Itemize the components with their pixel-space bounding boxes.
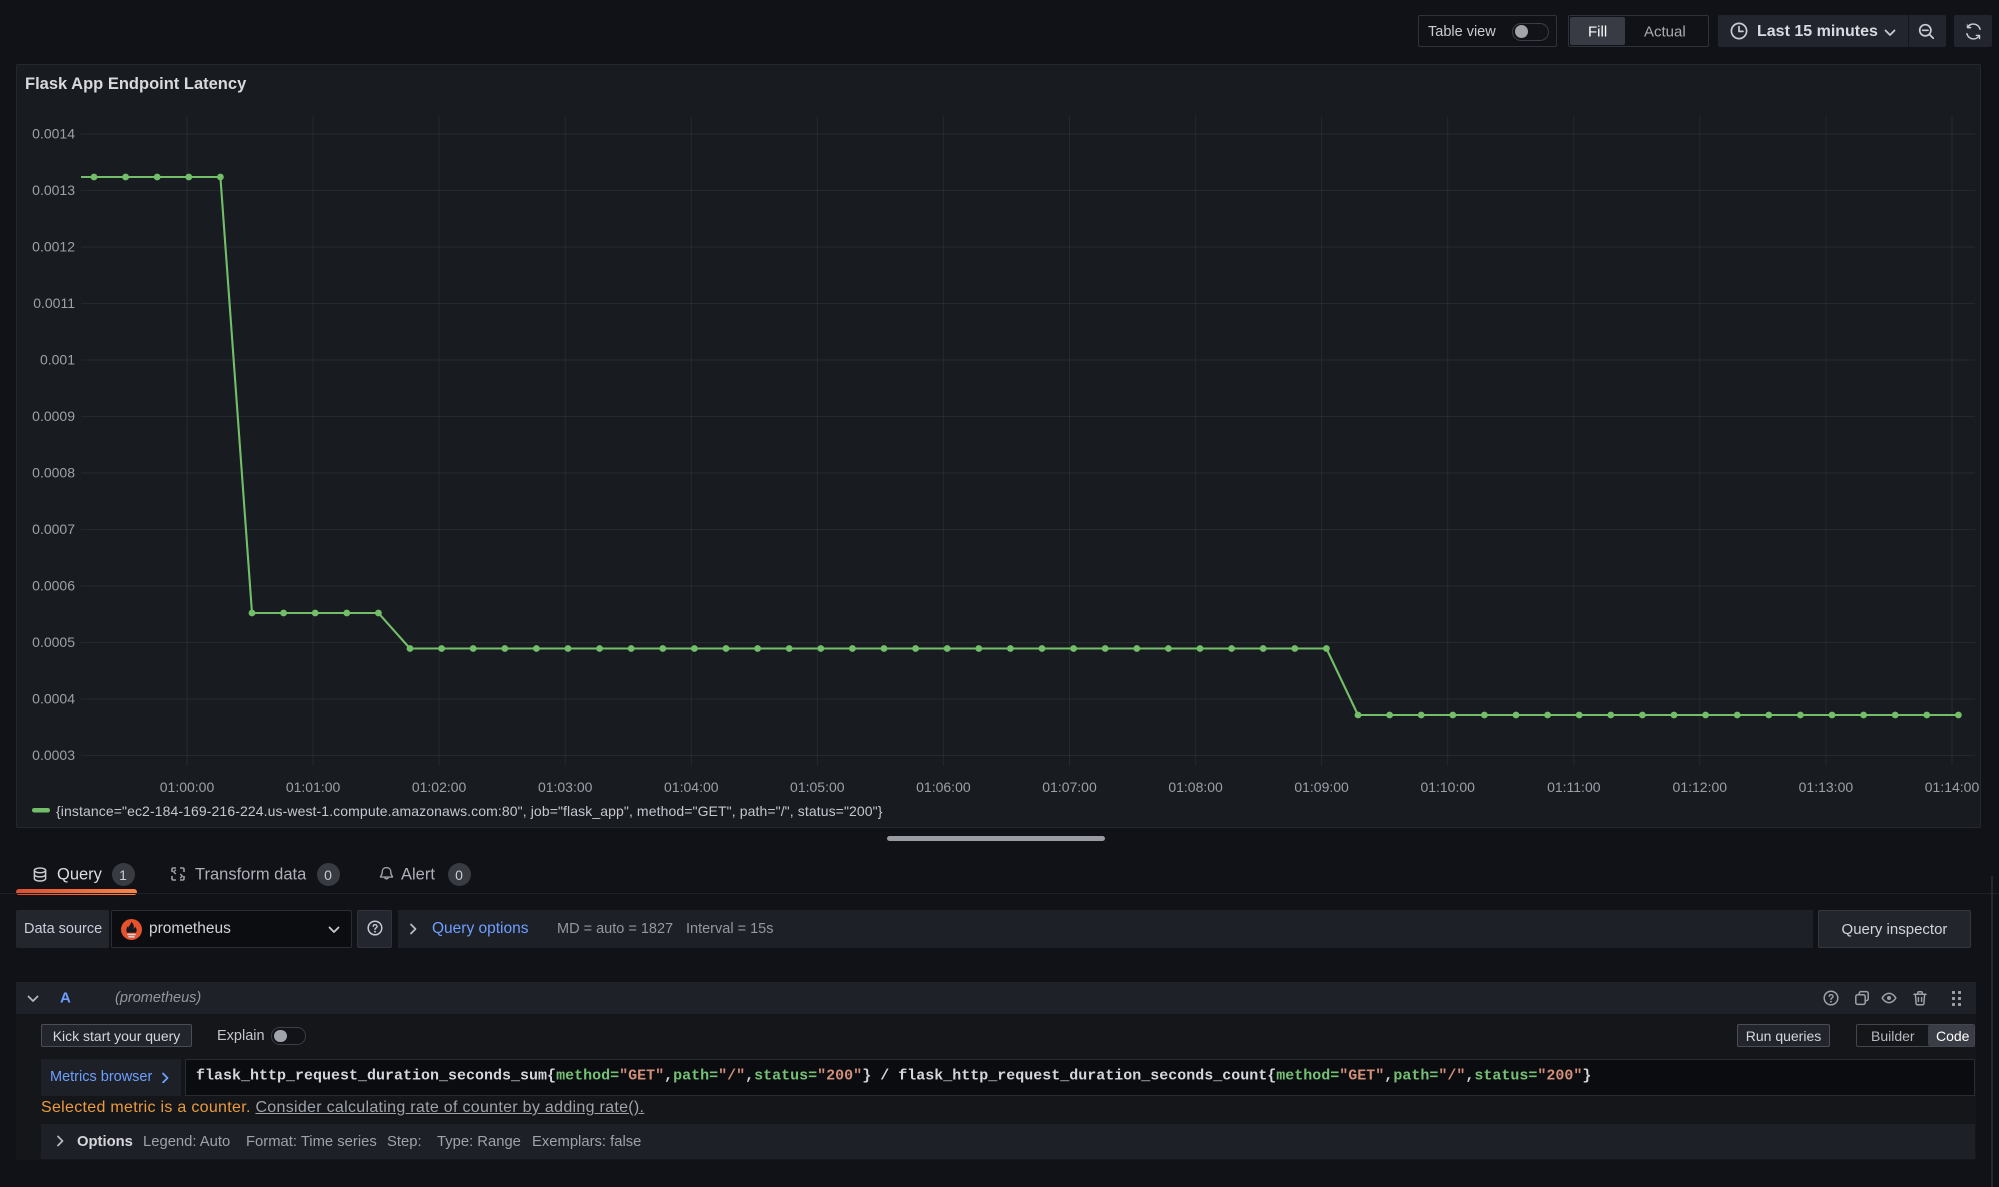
svg-text:01:01:00: 01:01:00 (286, 779, 341, 795)
svg-text:0.0011: 0.0011 (33, 295, 75, 311)
svg-text:01:04:00: 01:04:00 (664, 779, 719, 795)
svg-text:01:08:00: 01:08:00 (1168, 779, 1223, 795)
svg-text:0.0003: 0.0003 (32, 747, 75, 763)
svg-text:01:03:00: 01:03:00 (538, 779, 593, 795)
svg-text:01:05:00: 01:05:00 (790, 779, 845, 795)
svg-text:0.0005: 0.0005 (32, 634, 75, 650)
svg-text:0.0007: 0.0007 (32, 521, 75, 537)
svg-text:01:13:00: 01:13:00 (1799, 779, 1854, 795)
svg-text:01:11:00: 01:11:00 (1547, 779, 1601, 795)
svg-text:0.0014: 0.0014 (32, 126, 75, 142)
svg-text:01:00:00: 01:00:00 (160, 779, 215, 795)
svg-text:01:14:00: 01:14:00 (1925, 779, 1980, 795)
svg-text:01:12:00: 01:12:00 (1673, 779, 1728, 795)
svg-text:01:10:00: 01:10:00 (1420, 779, 1475, 795)
svg-text:0.001: 0.001 (40, 352, 75, 368)
svg-text:0.0008: 0.0008 (32, 465, 75, 481)
svg-text:0.0004: 0.0004 (32, 691, 75, 707)
svg-text:01:07:00: 01:07:00 (1042, 779, 1097, 795)
svg-text:{instance="ec2-184-169-216-224: {instance="ec2-184-169-216-224.us-west-1… (56, 803, 883, 819)
svg-text:01:09:00: 01:09:00 (1294, 779, 1349, 795)
svg-text:0.0012: 0.0012 (32, 239, 75, 255)
svg-text:01:06:00: 01:06:00 (916, 779, 971, 795)
svg-text:01:02:00: 01:02:00 (412, 779, 467, 795)
svg-text:0.0006: 0.0006 (32, 578, 75, 594)
svg-text:0.0009: 0.0009 (32, 408, 75, 424)
svg-text:0.0013: 0.0013 (32, 182, 75, 198)
